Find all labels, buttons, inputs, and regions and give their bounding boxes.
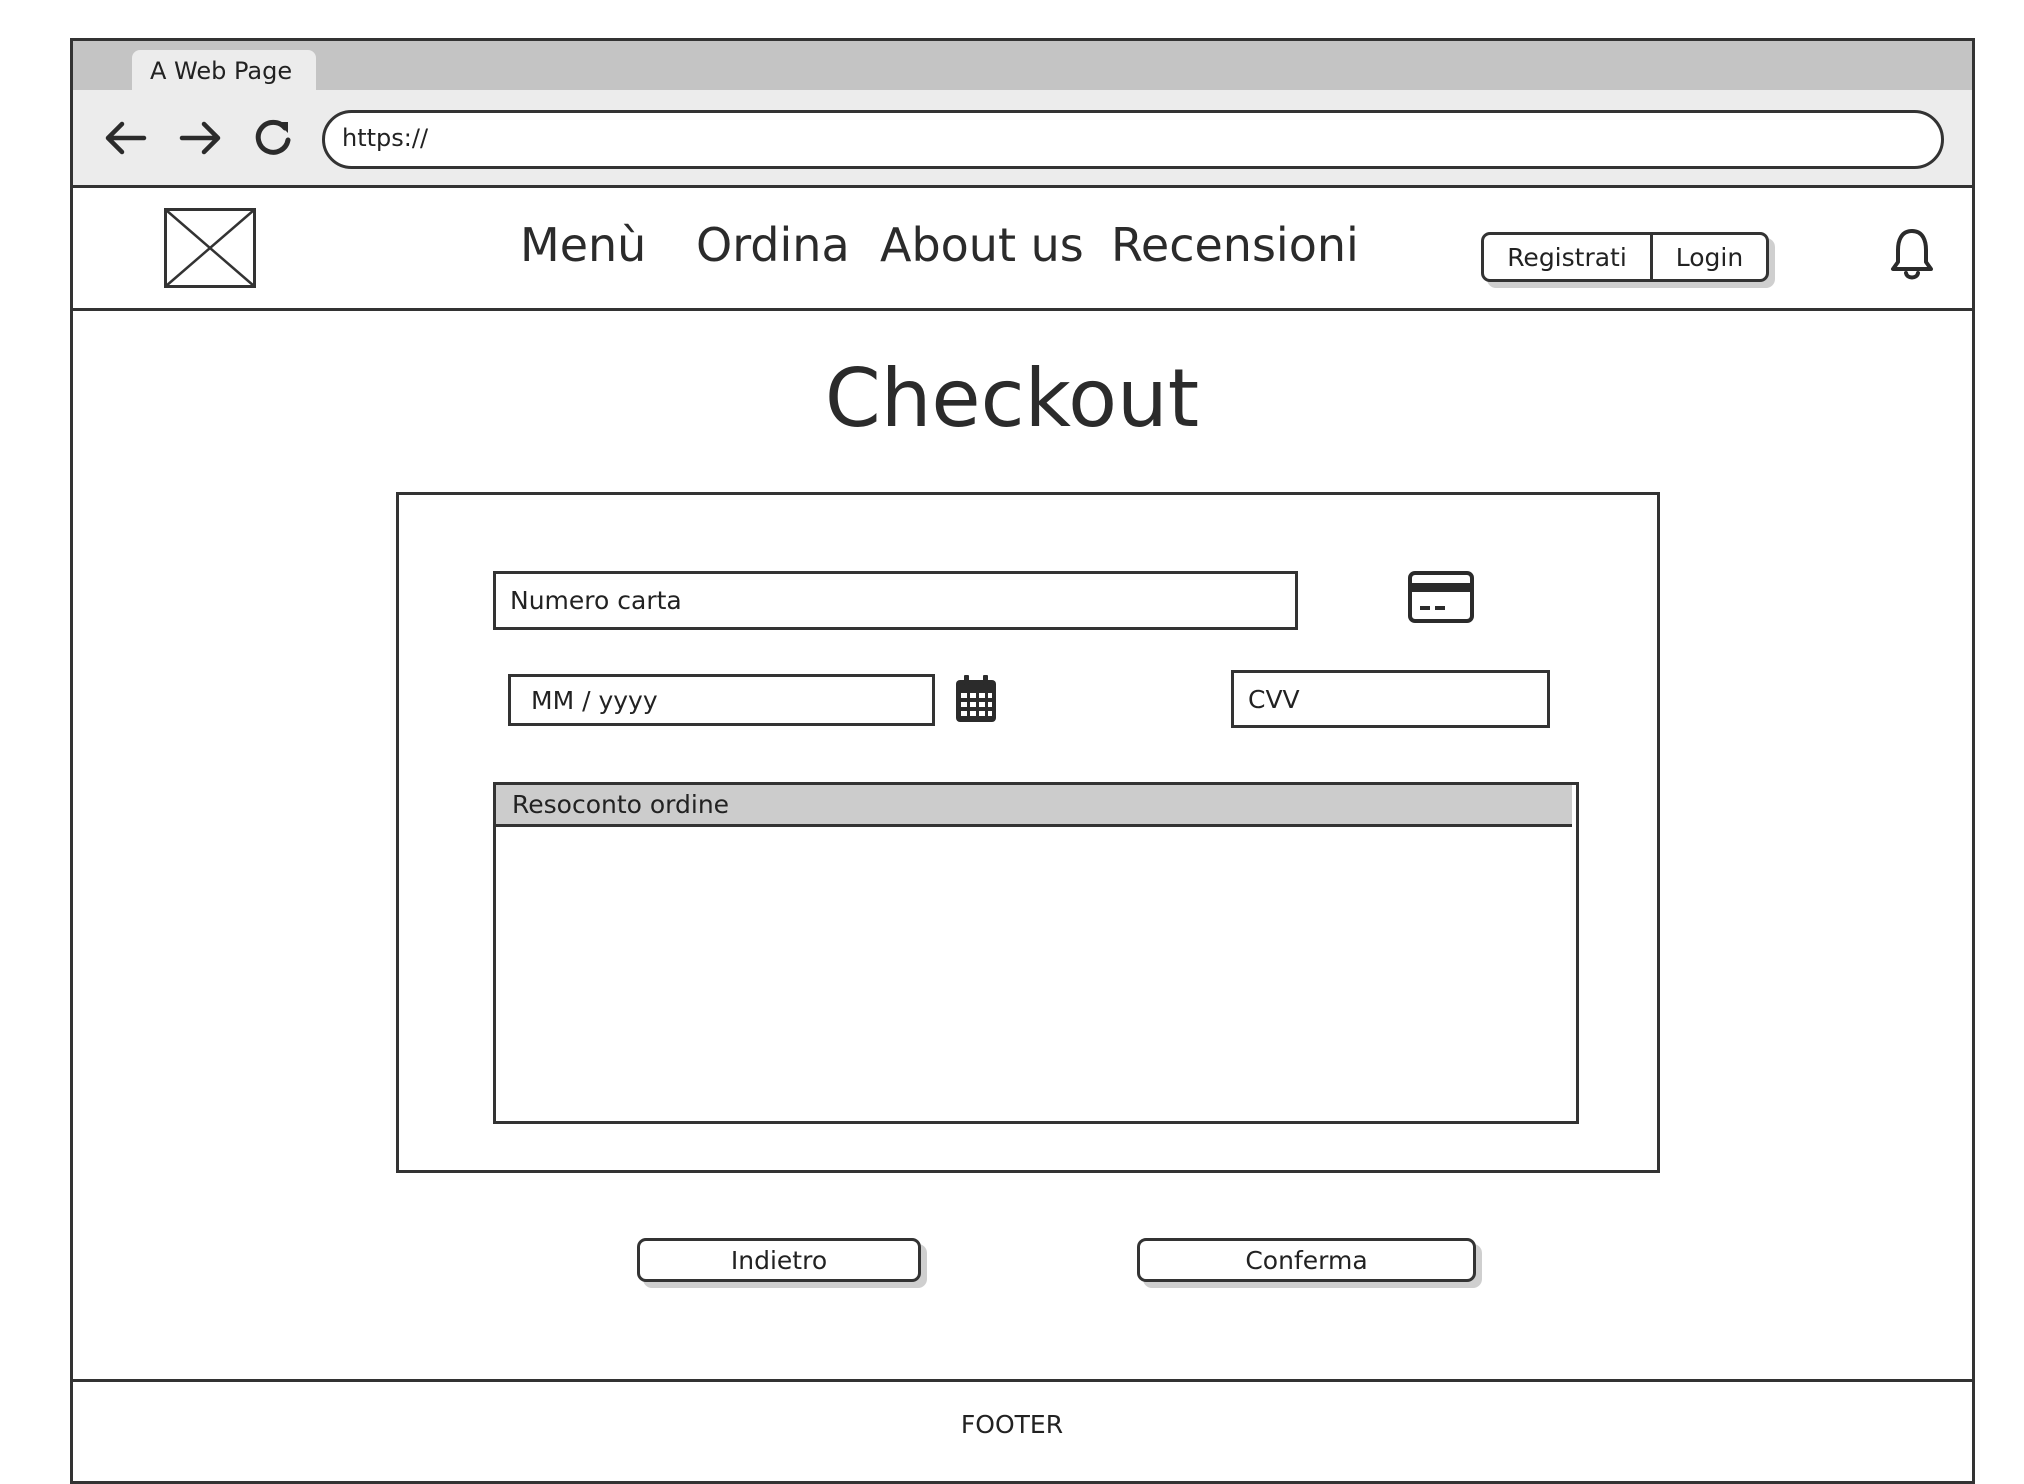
url-bar[interactable] [322,110,1944,169]
order-summary-title: Resoconto ordine [496,785,1572,827]
arrow-right-icon[interactable] [178,118,224,165]
tab-title: A Web Page [150,57,293,85]
tab-strip [73,41,1972,90]
cvv-input[interactable]: CVV [1231,670,1550,728]
register-button[interactable]: Registrati [1484,235,1650,279]
nav-link-about-us[interactable]: About us [880,218,1084,272]
nav-link-recensioni[interactable]: Recensioni [1111,218,1359,272]
login-button[interactable]: Login [1650,235,1766,279]
url-text: https:// [342,124,429,152]
nav-link-menu[interactable]: Menù [520,218,646,272]
expiry-date-input[interactable]: MM / yyyy [508,674,935,726]
confirm-button[interactable]: Conferma [1137,1238,1476,1282]
page-title: Checkout [824,352,1200,445]
card-number-input[interactable]: Numero carta [493,571,1298,630]
reload-icon[interactable] [252,116,296,167]
arrow-left-icon[interactable] [102,118,148,165]
footer-text: FOOTER [960,1410,1064,1439]
order-summary-panel [493,782,1579,1124]
back-button[interactable]: Indietro [637,1238,921,1282]
bell-icon[interactable] [1890,226,1934,282]
auth-button-group: Registrati Login [1481,232,1769,282]
image-placeholder-icon[interactable] [164,208,256,288]
calendar-icon[interactable] [954,674,998,724]
credit-card-icon [1408,571,1474,623]
nav-link-ordina[interactable]: Ordina [696,218,850,272]
